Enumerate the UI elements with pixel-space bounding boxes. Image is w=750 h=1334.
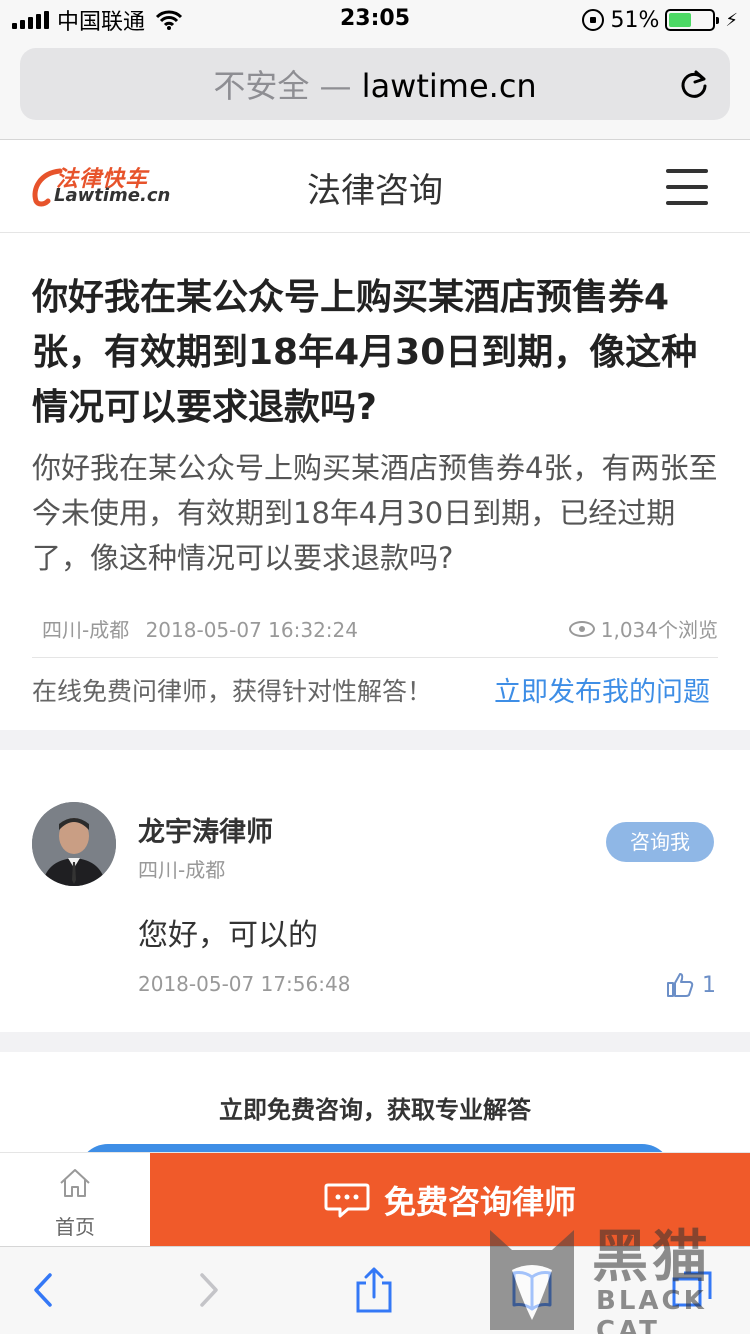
chat-icon bbox=[324, 1183, 370, 1218]
question-body: 你好我在某公众号上购买某酒店预售券4张，有两张至今未使用，有效期到18年4月30… bbox=[32, 451, 718, 575]
section-gap bbox=[0, 1032, 750, 1052]
charging-icon: ⚡ bbox=[725, 9, 738, 31]
forward-icon[interactable] bbox=[186, 1267, 230, 1313]
question-views: 1,034个浏览 bbox=[568, 614, 718, 643]
watermark-en: BLACK CAT bbox=[596, 1286, 707, 1334]
like-button[interactable]: 1 bbox=[666, 972, 716, 998]
battery-icon bbox=[665, 9, 720, 31]
reload-icon[interactable] bbox=[678, 68, 710, 100]
status-bar: 中国联通 23:05 51% ⚡ bbox=[0, 0, 750, 40]
question-card: 你好我在某公众号上购买某酒店预售券4张，有效期到18年4月30日到期，像这种情况… bbox=[0, 234, 750, 730]
cta-text: 在线免费问律师，获得针对性解答！ bbox=[32, 677, 433, 706]
avatar[interactable] bbox=[32, 802, 116, 886]
url-domain: lawtime.cn bbox=[361, 67, 537, 105]
promo-section: 立即免费咨询，获取专业解答 bbox=[0, 1052, 750, 1174]
section-gap bbox=[0, 730, 750, 750]
page-title: 法律咨询 bbox=[307, 171, 443, 211]
question-datetime: 2018-05-07 16:32:24 bbox=[145, 618, 358, 642]
share-icon[interactable] bbox=[352, 1267, 396, 1313]
back-icon[interactable] bbox=[22, 1267, 66, 1313]
address-bar[interactable]: 不安全 — lawtime.cn bbox=[20, 48, 730, 120]
home-icon bbox=[60, 1169, 90, 1197]
site-header: 法律快车 Lawtime.cn 法律咨询 bbox=[0, 141, 750, 233]
status-right: 51% ⚡ bbox=[582, 6, 738, 34]
question-meta: 四川-成都 2018-05-07 16:32:24 bbox=[42, 614, 368, 643]
watermark-cn: 黑猫 bbox=[592, 1225, 712, 1290]
battery-percent: 51% bbox=[610, 7, 660, 33]
rotation-lock-icon bbox=[582, 9, 605, 31]
eye-icon bbox=[568, 620, 595, 637]
promo-title: 立即免费咨询，获取专业解答 bbox=[219, 1096, 531, 1124]
consult-me-button[interactable]: 咨询我 bbox=[606, 822, 714, 862]
lawyer-location: 四川-成都 bbox=[138, 858, 226, 882]
url-text: 不安全 — lawtime.cn bbox=[213, 61, 536, 107]
browser-address-area: 不安全 — lawtime.cn bbox=[0, 40, 750, 140]
question-title: 你好我在某公众号上购买某酒店预售券4张，有效期到18年4月30日到期，像这种情况… bbox=[32, 277, 698, 428]
like-count: 1 bbox=[702, 972, 716, 998]
post-question-link[interactable]: 立即发布我的问题 bbox=[494, 670, 710, 709]
thumb-up-icon bbox=[667, 973, 694, 997]
menu-icon[interactable] bbox=[666, 169, 708, 205]
home-button[interactable]: 首页 bbox=[0, 1153, 150, 1247]
answer-text: 您好，可以的 bbox=[138, 918, 318, 953]
question-location: 四川-成都 bbox=[42, 618, 130, 642]
answer-datetime: 2018-05-07 17:56:48 bbox=[138, 972, 351, 996]
lawyer-name[interactable]: 龙宇涛律师 bbox=[138, 810, 273, 849]
security-label: 不安全 — bbox=[213, 67, 352, 105]
home-label: 首页 bbox=[55, 1215, 95, 1239]
watermark: 黑猫 BLACK CAT bbox=[480, 1212, 750, 1334]
answer-card: 龙宇涛律师 四川-成都 咨询我 您好，可以的 2018-05-07 17:56:… bbox=[0, 750, 750, 1032]
cat-logo-icon bbox=[490, 1230, 574, 1330]
divider bbox=[32, 657, 718, 658]
view-count: 1,034个浏览 bbox=[600, 618, 718, 642]
